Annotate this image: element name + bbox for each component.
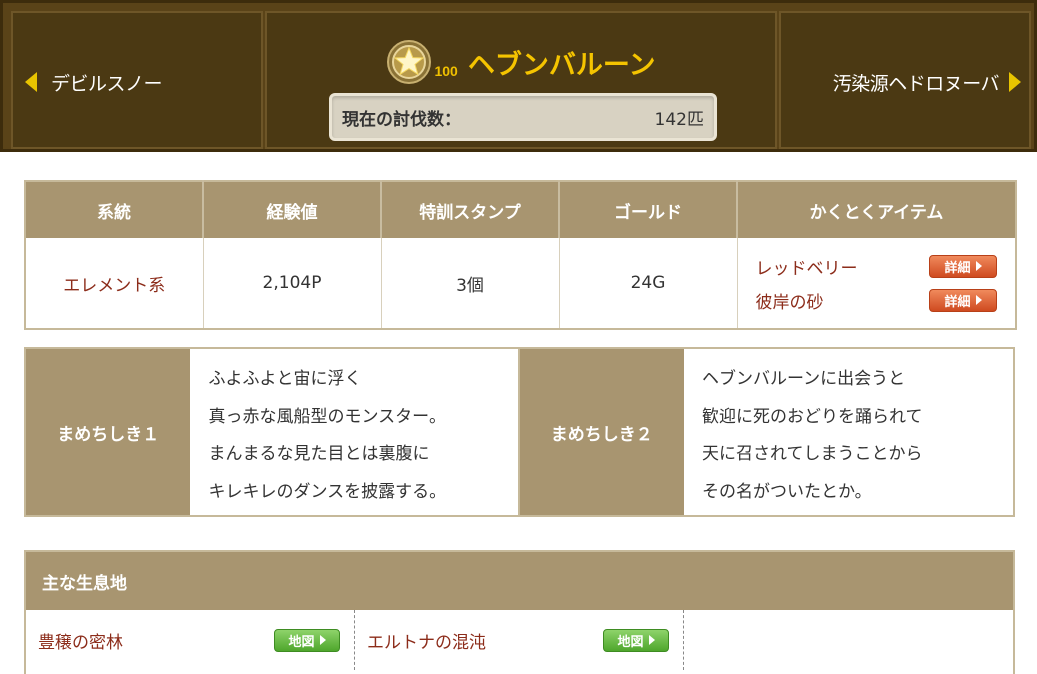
habitat-link-eltona-chaos[interactable]: エルトナの混沌: [367, 628, 486, 653]
item-link-higan-sand[interactable]: 彼岸の砂: [756, 288, 824, 313]
trivia-line: 真っ赤な風船型のモンスター。: [208, 406, 446, 427]
prev-monster-label: デビルスノー: [51, 72, 163, 95]
triangle-left-icon: [25, 72, 37, 92]
triangle-right-icon: [1009, 72, 1021, 92]
item-row: レッドベリー 詳細: [756, 249, 997, 283]
item-detail-button[interactable]: 詳細: [929, 288, 997, 312]
info-header-row: 系統 経験値 特訓スタンプ ゴールド かくとくアイテム: [25, 181, 1016, 238]
trivia-label-2: まめちしき２: [519, 349, 684, 515]
trivia-label-1: まめちしき１: [26, 349, 191, 515]
map-button[interactable]: 地図: [603, 628, 669, 652]
habitat-title: 主な生息地: [26, 552, 1013, 610]
prev-monster-cell: デビルスノー: [11, 11, 263, 149]
header-stamps: 特訓スタンプ: [381, 181, 560, 238]
monster-info-table: 系統 経験値 特訓スタンプ ゴールド かくとくアイテム エレメント系 2,104…: [24, 180, 1017, 330]
triangle-right-icon: [319, 635, 326, 645]
triangle-right-icon: [975, 261, 982, 271]
stamps-value: 3個: [381, 238, 560, 329]
habitat-cell-empty: [684, 610, 1013, 670]
trivia-line: その名がついたとか。: [701, 481, 872, 502]
gold-value: 24G: [559, 238, 738, 329]
prev-monster-link[interactable]: デビルスノー: [25, 13, 163, 151]
habitat-cell: 豊穣の密林 地図: [26, 610, 355, 670]
trivia-line: 歓迎に死のおどりを踊られて: [701, 406, 923, 427]
header-items: かくとくアイテム: [737, 181, 1016, 238]
info-value-row: エレメント系 2,104P 3個 24G レッドベリー 詳細 彼岸の砂 詳細: [25, 238, 1016, 329]
monster-title-row: 100 ヘブンバルーン: [267, 39, 775, 85]
rank-number: 100: [434, 63, 458, 79]
map-button-label: 地図: [617, 634, 644, 650]
gold-star-medal-icon: [386, 39, 432, 85]
next-monster-cell: 汚染源ヘドロヌーバ: [779, 11, 1031, 149]
header-gold: ゴールド: [559, 181, 738, 238]
kill-count-box: 現在の討伐数： 142匹: [329, 93, 717, 141]
kill-count-label: 現在の討伐数：: [342, 109, 461, 130]
detail-button-label: 詳細: [944, 260, 971, 276]
map-button[interactable]: 地図: [274, 628, 340, 652]
map-button-label: 地図: [288, 634, 315, 650]
trivia-line: キレキレのダンスを披露する。: [208, 481, 447, 502]
item-link-red-berry[interactable]: レッドベリー: [756, 254, 858, 279]
header-family: 系統: [25, 181, 204, 238]
trivia-section: まめちしき１ ふよふよと宙に浮く 真っ赤な風船型のモンスター。 まんまるな見た目…: [24, 347, 1015, 517]
items-cell: レッドベリー 詳細 彼岸の砂 詳細: [737, 238, 1016, 329]
trivia-text-1: ふよふよと宙に浮く 真っ赤な風船型のモンスター。 まんまるな見た目とは裏腹に キ…: [190, 349, 520, 515]
trivia-line: 天に召されてしまうことから: [701, 444, 923, 464]
habitat-section: 主な生息地 豊穣の密林 地図 エルトナの混沌 地図: [24, 550, 1015, 674]
kill-count-value: 142匹: [654, 109, 704, 130]
header-exp: 経験値: [203, 181, 382, 238]
habitat-cell: エルトナの混沌 地図: [355, 610, 684, 670]
next-monster-link[interactable]: 汚染源ヘドロヌーバ: [833, 13, 1021, 151]
habitat-row: 豊穣の密林 地図 エルトナの混沌 地図: [26, 610, 1013, 670]
triangle-right-icon: [975, 295, 982, 305]
monster-title-cell: 100 ヘブンバルーン 現在の討伐数： 142匹: [265, 11, 777, 149]
habitat-link-hojo-jungle[interactable]: 豊穣の密林: [38, 628, 123, 653]
triangle-right-icon: [648, 635, 655, 645]
item-row: 彼岸の砂 詳細: [756, 283, 997, 317]
monster-header: デビルスノー 100 ヘブンバルーン 現在の討伐数： 142匹 汚染源ヘドロヌー…: [0, 0, 1037, 152]
exp-value: 2,104P: [203, 238, 382, 329]
trivia-line: ヘブンバルーンに出会うと: [701, 369, 906, 389]
family-value: エレメント系: [25, 238, 204, 329]
detail-button-label: 詳細: [944, 294, 971, 310]
next-monster-label: 汚染源ヘドロヌーバ: [832, 72, 1000, 95]
trivia-line: まんまるな見た目とは裏腹に: [208, 444, 430, 464]
monster-name: ヘブンバルーン: [467, 49, 656, 81]
item-detail-button[interactable]: 詳細: [929, 254, 997, 278]
trivia-line: ふよふよと宙に浮く: [208, 369, 362, 389]
trivia-text-2: ヘブンバルーンに出会うと 歓迎に死のおどりを踊られて 天に召されてしまうことから…: [684, 349, 1013, 515]
